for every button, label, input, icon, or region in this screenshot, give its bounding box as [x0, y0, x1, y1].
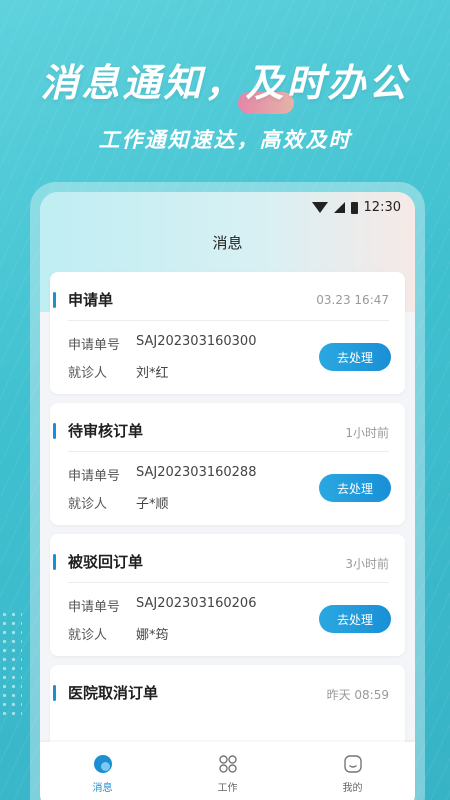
process-button[interactable]: 去处理	[319, 343, 391, 371]
process-button[interactable]: 去处理	[319, 605, 391, 633]
phone-frame: 12:30 消息 申请单 03.23 16:47 申请单号 SAJ2023031…	[30, 182, 425, 800]
order-number-row: 申请单号 SAJ202303160300	[68, 334, 256, 353]
card-divider	[68, 320, 389, 321]
order-number-row: 申请单号 SAJ202303160288	[68, 465, 256, 484]
patient-label: 就诊人	[68, 497, 108, 512]
card-accent-bar	[53, 685, 56, 701]
tab-messages[interactable]: 消息	[63, 754, 143, 794]
card-title: 申请单	[68, 291, 114, 309]
tab-profile[interactable]: 我的	[313, 754, 393, 794]
card-time: 03.23 16:47	[316, 293, 389, 307]
tab-label: 我的	[342, 783, 363, 794]
patient-row: 就诊人 刘*红	[68, 362, 169, 381]
tab-work[interactable]: 工作	[188, 754, 268, 794]
message-card[interactable]: 待审核订单 1小时前 申请单号 SAJ202303160288 就诊人 子*顺 …	[50, 403, 405, 525]
patient-value: 刘*红	[136, 366, 169, 381]
tab-label: 消息	[92, 783, 113, 794]
wifi-icon	[311, 202, 328, 213]
card-title: 待审核订单	[68, 422, 144, 440]
message-card[interactable]: 被驳回订单 3小时前 申请单号 SAJ202303160206 就诊人 娜*筠 …	[50, 534, 405, 656]
card-title: 被驳回订单	[68, 553, 144, 571]
patient-label: 就诊人	[68, 366, 108, 381]
card-accent-bar	[53, 554, 56, 570]
patient-row: 就诊人 子*顺	[68, 493, 169, 512]
battery-icon	[350, 201, 358, 214]
bottom-tab-bar: 消息 工作 我的	[40, 742, 415, 800]
order-number-value: SAJ202303160300	[136, 334, 257, 349]
page-title: 消息	[212, 234, 243, 252]
process-button[interactable]: 去处理	[319, 474, 391, 502]
card-time: 3小时前	[345, 557, 389, 571]
patient-value: 娜*筠	[136, 628, 169, 643]
message-list: 申请单 03.23 16:47 申请单号 SAJ202303160300 就诊人…	[50, 272, 405, 796]
order-number-row: 申请单号 SAJ202303160206	[68, 596, 256, 615]
dot-pattern	[0, 610, 22, 720]
patient-row: 就诊人 娜*筠	[68, 624, 169, 643]
profile-icon	[343, 755, 362, 773]
card-time: 昨天 08:59	[326, 688, 389, 702]
status-bar: 12:30	[311, 200, 401, 215]
card-divider	[68, 451, 389, 452]
patient-label: 就诊人	[68, 628, 108, 643]
card-accent-bar	[53, 292, 56, 308]
order-number-label: 申请单号	[68, 338, 121, 353]
order-number-value: SAJ202303160206	[136, 596, 257, 611]
tab-label: 工作	[217, 783, 238, 794]
status-time: 12:30	[363, 200, 401, 215]
patient-value: 子*顺	[136, 497, 169, 512]
card-accent-bar	[53, 423, 56, 439]
phone-screen: 12:30 消息 申请单 03.23 16:47 申请单号 SAJ2023031…	[40, 192, 415, 800]
order-number-value: SAJ202303160288	[136, 465, 257, 480]
card-time: 1小时前	[345, 426, 389, 440]
grid-icon	[218, 755, 237, 773]
message-icon	[93, 755, 112, 773]
hero-title: 消息通知，及时办公	[40, 61, 410, 105]
card-title: 医院取消订单	[68, 684, 159, 702]
card-divider	[68, 582, 389, 583]
order-number-label: 申请单号	[68, 600, 121, 615]
signal-icon	[333, 202, 345, 213]
hero-subtitle: 工作通知速达，高效及时	[98, 128, 352, 152]
order-number-label: 申请单号	[68, 469, 121, 484]
message-card[interactable]: 申请单 03.23 16:47 申请单号 SAJ202303160300 就诊人…	[50, 272, 405, 394]
